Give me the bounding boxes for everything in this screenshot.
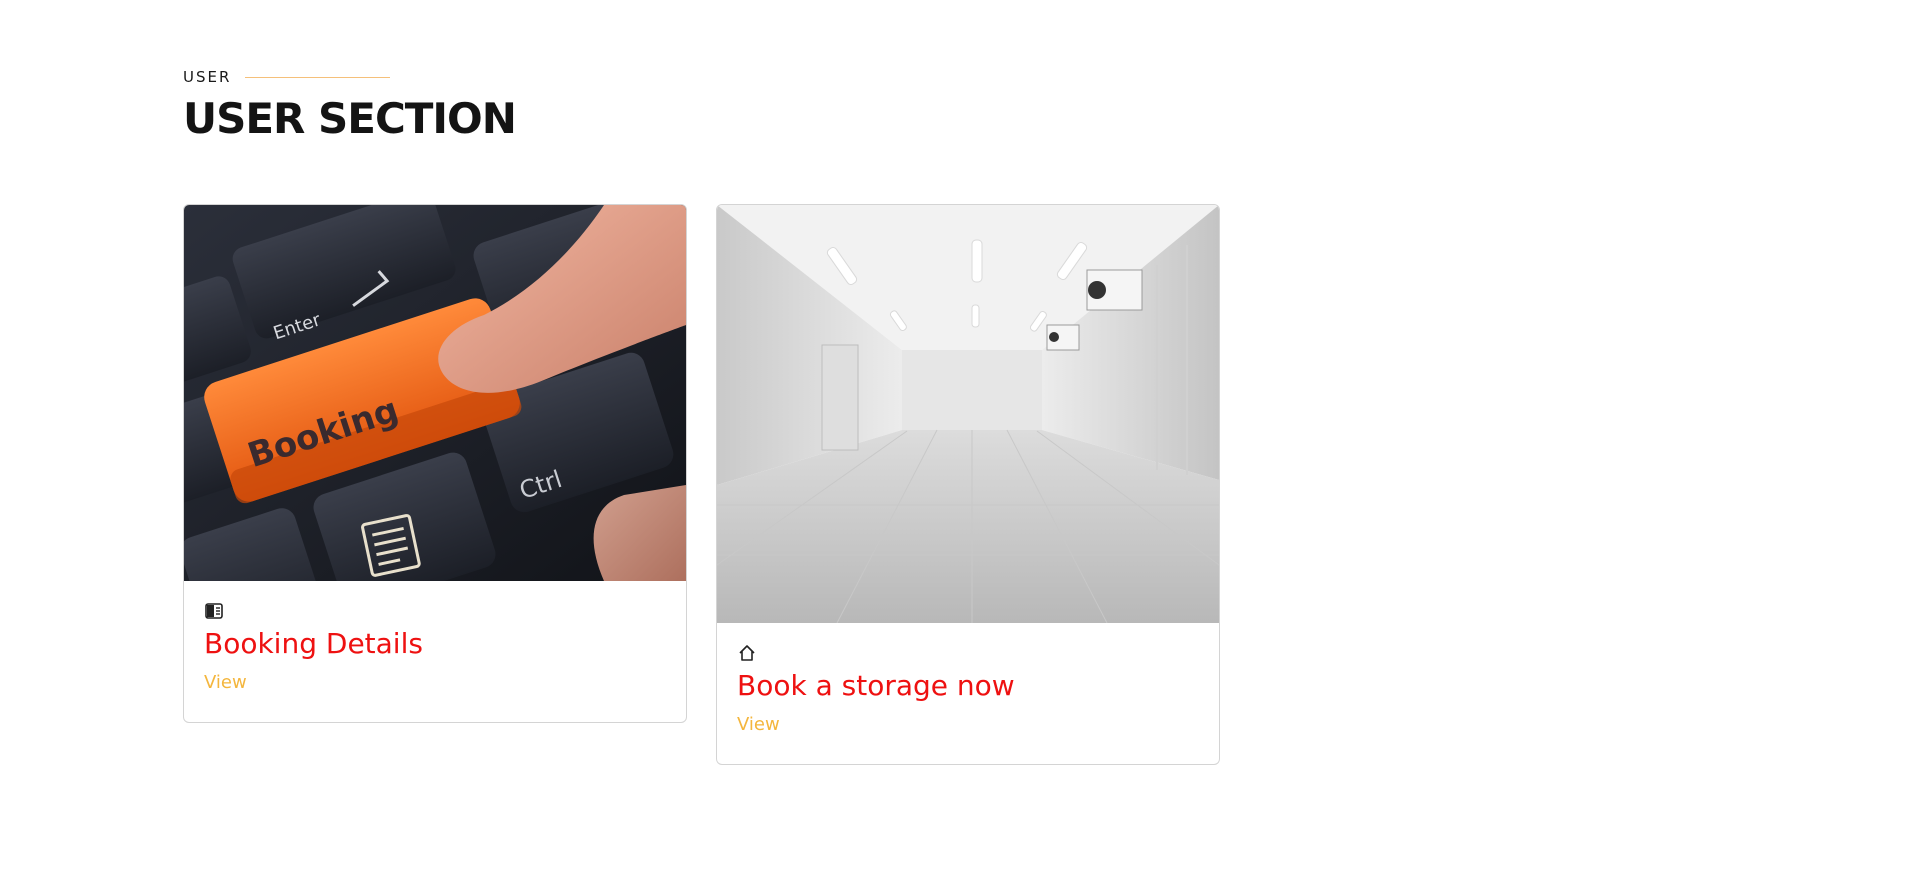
eyebrow-label: USER xyxy=(183,68,232,86)
booking-keyboard-photo: Booking Enter Ctrl xyxy=(184,205,686,581)
book-storage-card[interactable]: Book a storage now View xyxy=(716,204,1220,765)
eyebrow-divider xyxy=(245,76,391,78)
section-eyebrow: USER xyxy=(183,68,391,86)
booking-details-card[interactable]: Booking Enter Ctrl Booking Details View xyxy=(183,204,687,723)
view-link[interactable]: View xyxy=(204,672,247,693)
section-title: USER SECTION xyxy=(183,94,517,143)
view-link[interactable]: View xyxy=(737,714,780,735)
columns-icon xyxy=(205,603,223,619)
booking-keyboard-image: Booking Enter Ctrl xyxy=(184,205,686,581)
home-icon xyxy=(739,645,755,661)
card-body: Booking Details View xyxy=(184,581,686,693)
card-title[interactable]: Book a storage now xyxy=(737,669,1199,702)
card-title[interactable]: Booking Details xyxy=(204,627,666,660)
card-body: Book a storage now View xyxy=(717,623,1219,735)
cold-storage-room-photo xyxy=(717,205,1219,623)
storage-room-image xyxy=(717,205,1219,623)
